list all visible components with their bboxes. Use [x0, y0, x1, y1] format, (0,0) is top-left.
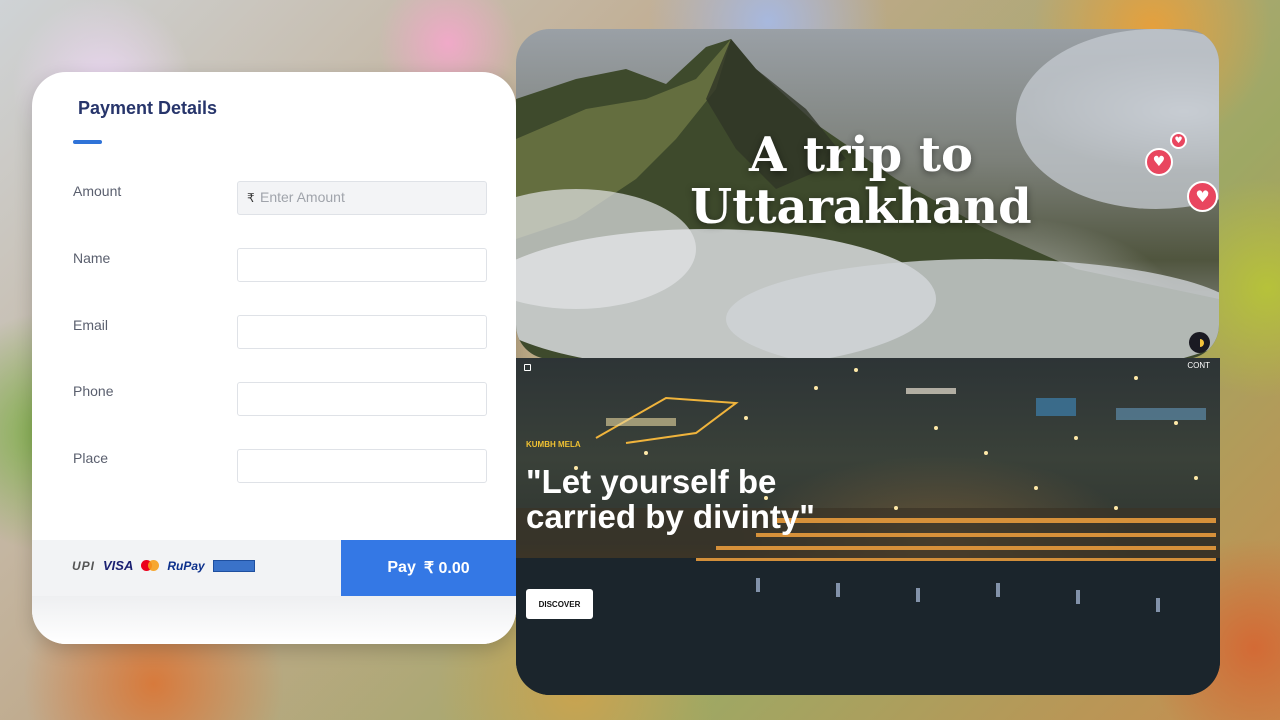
phone-input[interactable]: [237, 382, 487, 416]
place-input[interactable]: [237, 449, 487, 483]
mastercard-logo: [141, 560, 160, 571]
amount-label: Amount: [73, 183, 122, 199]
phone-label: Phone: [73, 383, 114, 399]
name-label: Name: [73, 250, 111, 266]
title-underline: [73, 140, 102, 144]
kumbh-tag: KUMBH MELA: [526, 440, 581, 449]
place-label: Place: [73, 450, 109, 466]
continue-text[interactable]: CONT: [1187, 361, 1210, 370]
trip-title: A trip to Uttarakhand: [516, 129, 1206, 233]
pay-button-label: Pay: [387, 559, 416, 576]
discover-button[interactable]: DISCOVER: [526, 589, 593, 619]
rupee-icon: ₹: [247, 191, 255, 205]
payment-card: Payment Details Amount ₹ Name Email Phon…: [32, 72, 516, 644]
footer-shadow: [32, 596, 516, 644]
corner-icon: [524, 364, 531, 371]
theme-toggle-icon[interactable]: [1189, 332, 1210, 353]
trip-title-line2: Uttarakhand: [690, 179, 1032, 235]
payment-logos: UPI VISA RuPay: [72, 558, 255, 573]
amount-field[interactable]: ₹: [237, 181, 487, 215]
heart-icon[interactable]: ♥: [1187, 181, 1218, 212]
email-label: Email: [73, 317, 109, 333]
pay-button-amount: ₹ 0.00: [423, 560, 470, 577]
rupay-logo: RuPay: [167, 558, 205, 573]
kumbh-quote: "Let yourself be carried by divinty": [526, 463, 815, 535]
trip-title-line1: A trip to: [748, 127, 974, 183]
upi-logo: UPI: [72, 558, 96, 573]
amount-input[interactable]: [258, 188, 482, 206]
visa-logo: VISA: [103, 558, 134, 573]
bank-logo: [212, 559, 255, 572]
payment-title: Payment Details: [78, 98, 218, 118]
kumbh-card: CONT KUMBH MELA "Let yourself be carried…: [516, 358, 1220, 695]
pay-button[interactable]: Pay ₹ 0.00: [341, 540, 516, 596]
uttarakhand-card: A trip to Uttarakhand ♥ ♥ ♥: [516, 29, 1219, 359]
heart-icon[interactable]: ♥: [1170, 132, 1187, 149]
heart-icon[interactable]: ♥: [1145, 148, 1173, 176]
name-input[interactable]: [237, 248, 487, 282]
email-input[interactable]: [237, 315, 487, 349]
